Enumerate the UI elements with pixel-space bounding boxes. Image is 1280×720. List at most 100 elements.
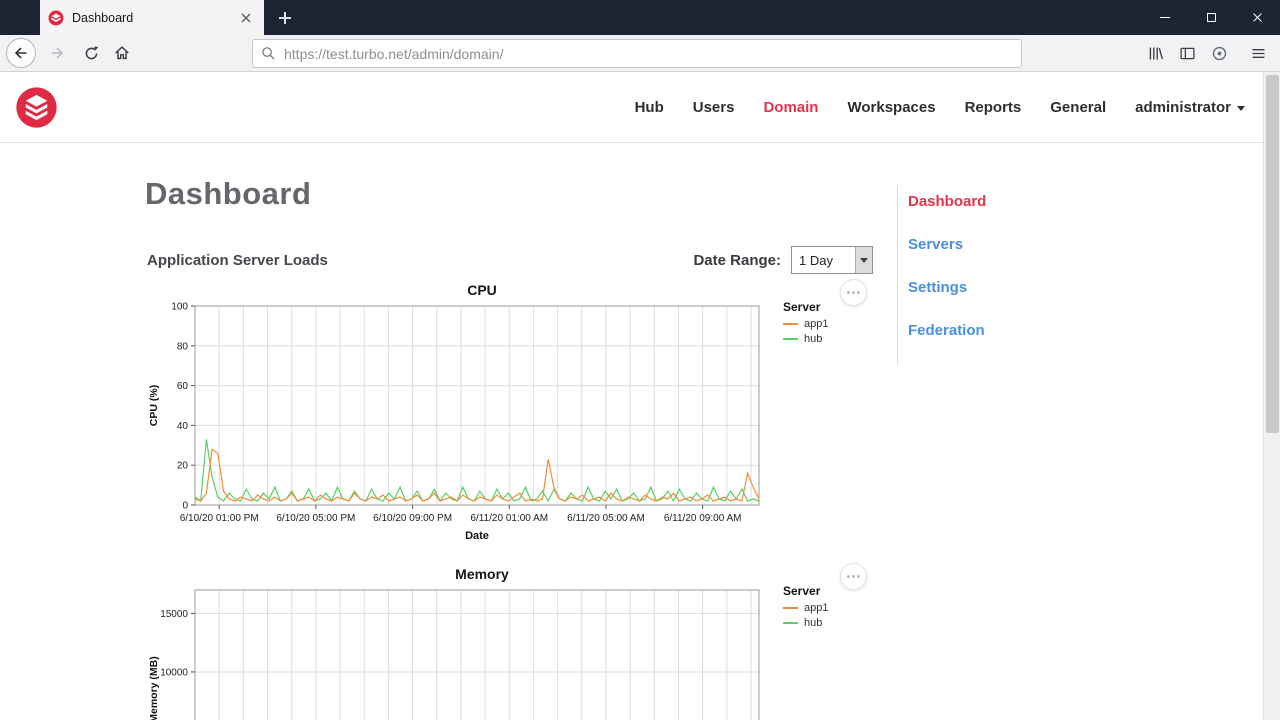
caret-down-icon xyxy=(1237,106,1245,111)
user-menu[interactable]: administrator xyxy=(1135,99,1245,116)
svg-text:6/10/20 01:00 PM: 6/10/20 01:00 PM xyxy=(180,513,259,524)
svg-text:100: 100 xyxy=(171,302,188,313)
legend-item: hub xyxy=(783,617,873,629)
memory-chart-title: Memory xyxy=(455,566,509,582)
series-name: hub xyxy=(804,617,823,629)
new-tab-button[interactable] xyxy=(274,7,296,29)
cpu-chart: 0 20 40 60 80 100 6/10/20 01:00 PM 6/10/20 05:0… xyxy=(145,298,765,558)
window-minimize-button[interactable] xyxy=(1142,0,1188,35)
browser-window: Dashboard https://test.turbo.net/admin/d… xyxy=(0,0,1280,720)
section-title: Application Server Loads xyxy=(147,251,328,269)
series-swatch-app1 xyxy=(783,607,798,609)
cpu-chart-legend: Server app1 hub xyxy=(783,300,873,348)
search-icon xyxy=(262,47,275,60)
subnav-item-federation[interactable]: Federation xyxy=(908,322,1117,339)
section-row: Application Server Loads Date Range: 1 D… xyxy=(147,244,873,276)
svg-text:10000: 10000 xyxy=(160,667,188,678)
svg-text:15000: 15000 xyxy=(160,609,188,620)
subnav-item-settings[interactable]: Settings xyxy=(908,279,1117,296)
date-range-select[interactable]: 1 Day xyxy=(791,246,873,274)
browser-tab[interactable]: Dashboard xyxy=(40,0,264,35)
series-swatch-app1 xyxy=(783,323,798,325)
nav-item-reports[interactable]: Reports xyxy=(965,99,1022,116)
forward-button[interactable] xyxy=(42,38,72,68)
svg-text:6/10/20 05:00 PM: 6/10/20 05:00 PM xyxy=(276,513,355,524)
home-icon xyxy=(115,46,129,60)
tab-title: Dashboard xyxy=(72,10,134,25)
nav-item-general[interactable]: General xyxy=(1050,99,1106,116)
date-range-label: Date Range: xyxy=(693,251,781,269)
cpu-chart-title: CPU xyxy=(467,282,497,298)
series-swatch-hub xyxy=(783,622,798,624)
memory-chart-legend: Server app1 hub xyxy=(783,584,873,632)
nav-item-hub[interactable]: Hub xyxy=(635,99,664,116)
svg-text:CPU (%): CPU (%) xyxy=(148,385,160,426)
menu-button[interactable] xyxy=(1243,38,1273,68)
library-button[interactable] xyxy=(1140,38,1170,68)
domain-subnav: Dashboard Servers Settings Federation xyxy=(897,185,1117,365)
svg-text:6/11/20 09:00 AM: 6/11/20 09:00 AM xyxy=(664,513,742,524)
site-header: Hub Users Domain Workspaces Reports Gene… xyxy=(0,72,1263,143)
svg-text:80: 80 xyxy=(177,341,189,352)
svg-text:40: 40 xyxy=(177,421,189,432)
select-arrow-icon xyxy=(855,247,872,273)
account-button[interactable] xyxy=(1204,38,1234,68)
ellipsis-icon xyxy=(847,291,850,294)
turbo-logo[interactable] xyxy=(14,85,59,130)
sidebar-icon xyxy=(1179,47,1195,59)
cpu-chart-options-button[interactable] xyxy=(840,279,867,306)
titlebar: Dashboard xyxy=(0,0,1280,35)
library-icon xyxy=(1149,47,1163,59)
tab-close-icon[interactable] xyxy=(236,8,256,28)
ellipsis-icon xyxy=(847,575,850,578)
home-button[interactable] xyxy=(107,38,137,68)
back-arrow-icon xyxy=(14,47,27,59)
main-nav: Hub Users Domain Workspaces Reports Gene… xyxy=(635,72,1245,143)
svg-text:6/11/20 05:00 AM: 6/11/20 05:00 AM xyxy=(567,513,645,524)
window-close-button[interactable] xyxy=(1234,0,1280,35)
date-range-value: 1 Day xyxy=(799,252,833,268)
legend-item: hub xyxy=(783,333,873,345)
forward-arrow-icon xyxy=(51,47,64,59)
series-name: app1 xyxy=(804,318,829,330)
svg-text:Memory (MB): Memory (MB) xyxy=(148,656,160,720)
nav-item-users[interactable]: Users xyxy=(693,99,735,116)
browser-toolbar xyxy=(0,35,1280,72)
url-bar[interactable] xyxy=(252,39,1022,68)
hamburger-icon xyxy=(1252,48,1264,58)
svg-text:20: 20 xyxy=(177,461,189,472)
cpu-chart-block: CPU 0 20 40 60 80 100 6/10/20 01:00 PM 6/10/20 … xyxy=(145,279,885,568)
svg-text:6/11/20 01:00 AM: 6/11/20 01:00 AM xyxy=(470,513,548,524)
memory-chart: 0500010000150006/10/20 01:00 PM6/10/20 0… xyxy=(145,582,765,720)
minimize-icon xyxy=(1160,17,1170,18)
account-icon xyxy=(1212,46,1226,60)
reload-button[interactable] xyxy=(76,38,106,68)
subnav-item-servers[interactable]: Servers xyxy=(908,236,1117,253)
svg-text:Date: Date xyxy=(465,530,489,542)
series-swatch-hub xyxy=(783,338,798,340)
sidebar-toggle-button[interactable] xyxy=(1172,38,1202,68)
url-input[interactable] xyxy=(284,45,1013,62)
maximize-icon xyxy=(1206,13,1216,22)
back-button[interactable] xyxy=(6,38,36,68)
legend-item: app1 xyxy=(783,602,873,614)
user-menu-label: administrator xyxy=(1135,99,1231,116)
svg-text:60: 60 xyxy=(177,381,189,392)
tab-favicon-icon xyxy=(48,10,64,25)
close-icon xyxy=(1252,12,1263,23)
scrollbar-thumb[interactable] xyxy=(1266,75,1279,433)
series-name: app1 xyxy=(804,602,829,614)
page-title: Dashboard xyxy=(145,176,312,211)
memory-chart-options-button[interactable] xyxy=(840,563,867,590)
window-maximize-button[interactable] xyxy=(1188,0,1234,35)
subnav-item-dashboard[interactable]: Dashboard xyxy=(908,193,1117,210)
reload-icon xyxy=(85,45,98,59)
page-scrollbar[interactable] xyxy=(1263,72,1280,720)
memory-chart-block: Memory 0500010000150006/10/20 01:00 PM6/… xyxy=(145,563,885,720)
svg-text:0: 0 xyxy=(182,501,188,512)
nav-item-domain[interactable]: Domain xyxy=(763,99,818,116)
svg-text:6/10/20 09:00 PM: 6/10/20 09:00 PM xyxy=(373,513,452,524)
nav-item-workspaces[interactable]: Workspaces xyxy=(847,99,935,116)
series-name: hub xyxy=(804,333,823,345)
legend-item: app1 xyxy=(783,318,873,330)
